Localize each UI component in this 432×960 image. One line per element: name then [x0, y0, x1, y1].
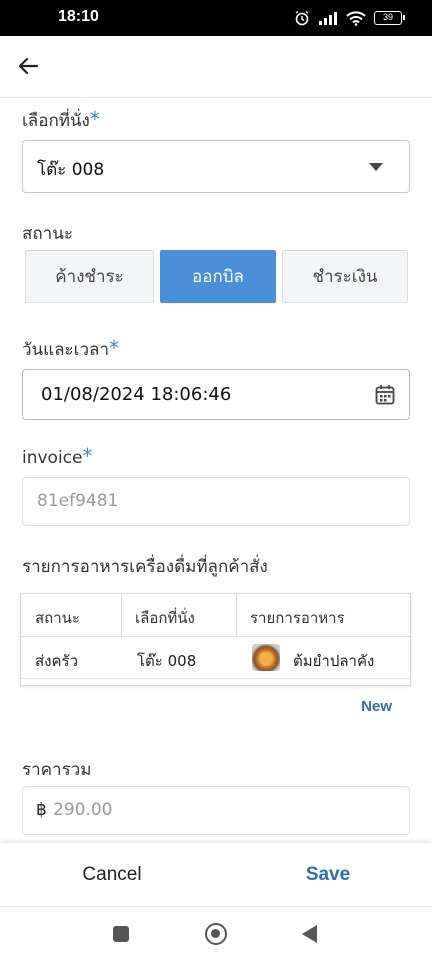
battery-icon: 39: [374, 11, 405, 25]
seat-select-value: โต๊ะ 008: [37, 160, 105, 180]
total-value: 290.00: [53, 800, 113, 820]
seat-label: เลือกที่นั่ง*: [22, 107, 100, 134]
column-divider: [121, 594, 122, 637]
total-field[interactable]: ฿ 290.00: [22, 786, 410, 835]
chevron-down-icon: [369, 163, 383, 171]
invoice-label: invoice*: [22, 444, 93, 468]
nav-back-icon[interactable]: [302, 925, 317, 943]
save-button[interactable]: Save: [224, 843, 432, 907]
orders-table: สถานะ เลือกที่นั่ง รายการอาหาร ส่งครัว โ…: [20, 593, 411, 686]
orders-label: รายการอาหารเครื่องดื่มที่ลูกค้าสั่ง: [22, 557, 268, 577]
calendar-icon[interactable]: [375, 384, 395, 405]
status-option-billed[interactable]: ออกบิล: [160, 250, 276, 303]
column-header-status: สถานะ: [35, 609, 80, 627]
required-marker: *: [89, 107, 100, 131]
status-option-paid[interactable]: ชำระเงิน: [282, 250, 408, 303]
food-thumbnail: [252, 644, 280, 671]
required-marker: *: [82, 444, 93, 468]
recent-apps-icon[interactable]: [113, 926, 129, 942]
new-order-button[interactable]: New: [361, 698, 392, 715]
seat-label-text: เลือกที่นั่ง: [22, 111, 90, 131]
action-footer: Cancel Save: [0, 843, 432, 907]
currency-symbol: ฿: [36, 800, 47, 820]
column-header-seat: เลือกที่นั่ง: [135, 609, 195, 627]
invoice-field[interactable]: 81ef9481: [22, 477, 410, 526]
column-header-item: รายการอาหาร: [250, 609, 345, 627]
wifi-icon: [346, 10, 366, 26]
datetime-value: 01/08/2024 18:06:46: [41, 384, 232, 405]
home-icon[interactable]: [205, 923, 227, 945]
status-label: สถานะ: [22, 224, 73, 244]
row-item: ต้มยำปลาคัง: [293, 652, 375, 670]
invoice-value: 81ef9481: [37, 491, 119, 511]
datetime-label: วันและเวลา*: [22, 336, 119, 363]
back-button[interactable]: [12, 50, 44, 82]
system-nav-bar: [0, 908, 432, 960]
arrow-left-icon: [18, 57, 39, 75]
column-divider: [236, 594, 237, 637]
required-marker: *: [109, 336, 119, 360]
datetime-label-text: วันและเวลา: [22, 340, 109, 360]
table-header: สถานะ เลือกที่นั่ง รายการอาหาร: [21, 594, 410, 637]
table-row[interactable]: ส่งครัว โต๊ะ 008 ต้มยำปลาคัง: [21, 637, 410, 679]
row-status: ส่งครัว: [35, 652, 78, 670]
cancel-button[interactable]: Cancel: [0, 843, 224, 907]
app-bar: [0, 36, 432, 98]
status-option-unpaid[interactable]: ค้างชำระ: [25, 250, 154, 303]
seat-select[interactable]: โต๊ะ 008: [22, 140, 410, 193]
datetime-field[interactable]: 01/08/2024 18:06:46: [22, 369, 410, 420]
row-seat: โต๊ะ 008: [137, 652, 197, 670]
status-bar: 18:10 39: [0, 0, 432, 36]
total-label: ราคารวม: [22, 760, 92, 780]
alarm-icon: [295, 10, 309, 26]
status-time: 18:10: [58, 8, 99, 25]
status-icons: 39: [294, 10, 405, 26]
signal-icon: [319, 12, 337, 25]
invoice-label-text: invoice: [22, 448, 83, 468]
